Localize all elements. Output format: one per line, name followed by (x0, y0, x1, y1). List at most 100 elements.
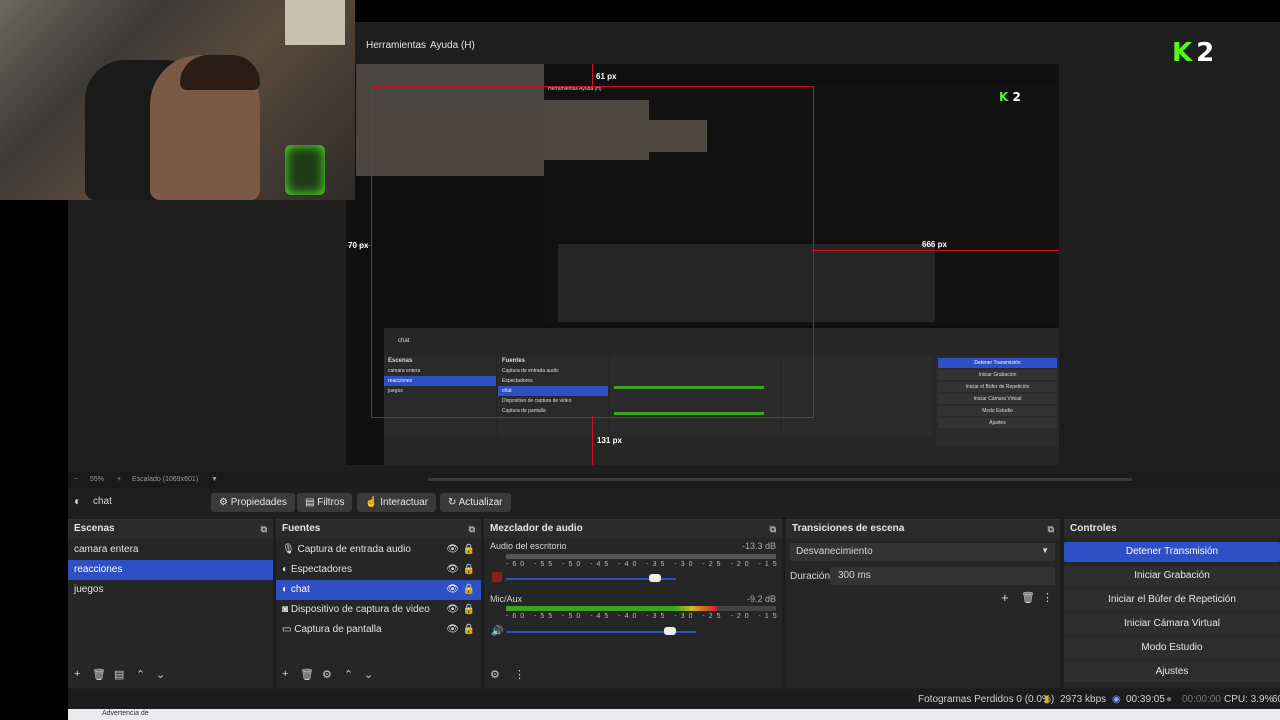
mixer-menu-icon[interactable]: ⋮ (514, 668, 525, 681)
fader-knob[interactable] (649, 574, 662, 582)
kick-logo: K2 (1172, 38, 1214, 68)
zoom-bar: − 55% + Escalado (1069x601) ▼ (68, 472, 1280, 488)
channel-name: Audio del escritorio (490, 541, 567, 551)
filters-button[interactable]: ▤ Filtros (297, 493, 353, 512)
duration-value: 300 ms (838, 570, 871, 581)
browser-source-icon: ◐ (74, 494, 82, 508)
lock-icon[interactable]: 🔒 (463, 600, 475, 620)
status-bar: Fotogramas Perdidos 0 (0.0%) ▮ 2973 kbps… (68, 691, 1280, 709)
move-up-icon[interactable]: ⌃ (344, 668, 353, 681)
menu-help[interactable]: Ayuda (H) (430, 40, 475, 51)
zoom-level: 55% (90, 476, 105, 483)
start-recording-button[interactable]: Iniciar Grabación (1064, 566, 1280, 586)
kick-logo-k: K (1172, 38, 1192, 68)
add-scene-icon[interactable]: + (74, 668, 80, 680)
zoom-out-button[interactable]: − (74, 476, 78, 483)
pointer-icon: ☝ (365, 497, 381, 508)
source-settings-icon[interactable]: ⚙ (322, 668, 332, 681)
nested-ctrl-5: Modo Estudio (938, 406, 1057, 416)
interact-button[interactable]: ☝ Interactuar (357, 493, 437, 512)
microphone-icon: 🎙 (282, 544, 298, 555)
sources-title: Fuentes (282, 523, 321, 534)
horizontal-scrollbar[interactable] (428, 478, 1132, 481)
refresh-button[interactable]: ↻ Actualizar (440, 493, 511, 512)
add-source-icon[interactable]: + (282, 668, 288, 680)
lock-icon[interactable]: 🔒 (463, 620, 475, 640)
muted-speaker-icon[interactable] (492, 572, 502, 582)
studio-mode-button[interactable]: Modo Estudio (1064, 638, 1280, 658)
lock-icon[interactable]: 🔒 (463, 560, 475, 580)
properties-button[interactable]: ⚙ Propiedades (211, 493, 295, 512)
selection-bounds[interactable] (371, 86, 814, 418)
nested-ctrl-2: Iniciar Grabación (938, 370, 1057, 380)
nested-logo: K 2 (999, 90, 1021, 104)
scenes-title: Escenas (74, 523, 115, 534)
scene-item[interactable]: camara entera (68, 540, 273, 560)
taskbar-notification[interactable]: Advertencia de (102, 710, 149, 717)
visibility-icon[interactable]: 👁 (446, 560, 459, 580)
dropped-frames: Fotogramas Perdidos 0 (0.0%) (918, 694, 1055, 705)
preview-canvas[interactable]: Herramientas Ayuda (H) K 2 chat Escenas … (346, 64, 1059, 465)
remove-source-icon[interactable]: 🗑 (300, 668, 314, 681)
source-item-selected[interactable]: ◐ chat 👁 🔒 (276, 580, 481, 600)
dock-float-icon[interactable]: ⧉ (1048, 520, 1054, 538)
audio-mixer-dock: Mezclador de audio ⧉ Audio del escritorio… (484, 519, 839, 688)
bitrate: 2973 kbps (1060, 694, 1107, 705)
volume-meter (506, 606, 776, 611)
scene-item-selected[interactable]: reacciones (68, 560, 273, 580)
replay-buffer-button[interactable]: Iniciar el Búfer de Repetición (1064, 590, 1280, 610)
zoom-in-button[interactable]: + (117, 476, 121, 483)
signal-icon: ▮ (1044, 694, 1050, 705)
source-label: Espectadores (290, 564, 352, 575)
visibility-icon[interactable]: 👁 (446, 540, 459, 560)
lock-icon[interactable]: 🔒 (463, 540, 475, 560)
monitor-icon: ▭ (282, 624, 295, 635)
duration-input[interactable]: 300 ms (830, 567, 1055, 585)
zoom-scale[interactable]: Escalado (1069x601) (132, 476, 198, 483)
nested-ctrl-3: Iniciar el Búfer de Repetición (938, 382, 1057, 392)
camera-icon: ◙ (282, 604, 291, 615)
dock-float-icon[interactable]: ⧉ (261, 520, 267, 538)
lock-icon[interactable]: 🔒 (463, 580, 475, 600)
fps: 60 (1272, 694, 1280, 705)
duration-label: Duración (790, 571, 831, 582)
transition-select[interactable]: Desvanecimiento ▼ (790, 543, 1055, 561)
globe-icon: ◐ (282, 584, 291, 595)
source-item[interactable]: ◙ Dispositivo de captura de video 👁 🔒 (276, 600, 481, 620)
transitions-title: Transiciones de escena (792, 523, 905, 534)
remove-transition-icon[interactable]: 🗑 (1021, 591, 1035, 604)
settings-button[interactable]: Ajustes (1064, 662, 1280, 682)
scene-filters-icon[interactable]: ▤ (114, 668, 124, 681)
move-down-icon[interactable]: ⌄ (364, 668, 373, 681)
zoom-dropdown-icon[interactable]: ▼ (211, 476, 218, 483)
mixer-settings-icon[interactable]: ⚙ (490, 668, 500, 681)
guide-right (812, 250, 1059, 251)
source-item[interactable]: ◐ Espectadores 👁 🔒 (276, 560, 481, 580)
dock-float-icon[interactable]: ⧉ (770, 520, 776, 538)
transition-menu-icon[interactable]: ⋮ (1042, 591, 1053, 604)
stop-stream-button[interactable]: Detener Transmisión (1064, 542, 1280, 562)
visibility-icon[interactable]: 👁 (446, 620, 459, 640)
filters-label: Filtros (317, 497, 345, 508)
volume-meter (506, 554, 776, 559)
controls-dock: Controles Detener Transmisión Iniciar Gr… (1064, 519, 1280, 688)
move-down-icon[interactable]: ⌄ (156, 668, 165, 681)
visibility-icon[interactable]: 👁 (446, 580, 459, 600)
menu-tools[interactable]: Herramientas (366, 40, 426, 51)
properties-label: Propiedades (230, 497, 287, 508)
source-item[interactable]: ▭ Captura de pantalla 👁 🔒 (276, 620, 481, 640)
fader-knob[interactable] (663, 627, 676, 635)
speaker-icon[interactable]: 🔊 (491, 626, 503, 637)
source-item[interactable]: 🎙 Captura de entrada audio 👁 🔒 (276, 540, 481, 560)
transitions-dock: Transiciones de escena ⧉ Desvanecimiento … (786, 519, 1060, 688)
add-transition-icon[interactable]: + (1001, 590, 1009, 605)
virtual-camera-button[interactable]: Iniciar Cámara Virtual (1064, 614, 1280, 634)
mixer-title: Mezclador de audio (490, 523, 583, 534)
sources-dock: Fuentes ⧉ 🎙 Captura de entrada audio 👁 🔒 ◐ … (276, 519, 481, 688)
remove-scene-icon[interactable]: 🗑 (92, 668, 106, 681)
visibility-icon[interactable]: 👁 (446, 600, 459, 620)
move-up-icon[interactable]: ⌃ (136, 668, 145, 681)
interact-label: Interactuar (380, 497, 429, 508)
dock-float-icon[interactable]: ⧉ (469, 520, 475, 538)
scene-item[interactable]: juegos (68, 580, 273, 600)
